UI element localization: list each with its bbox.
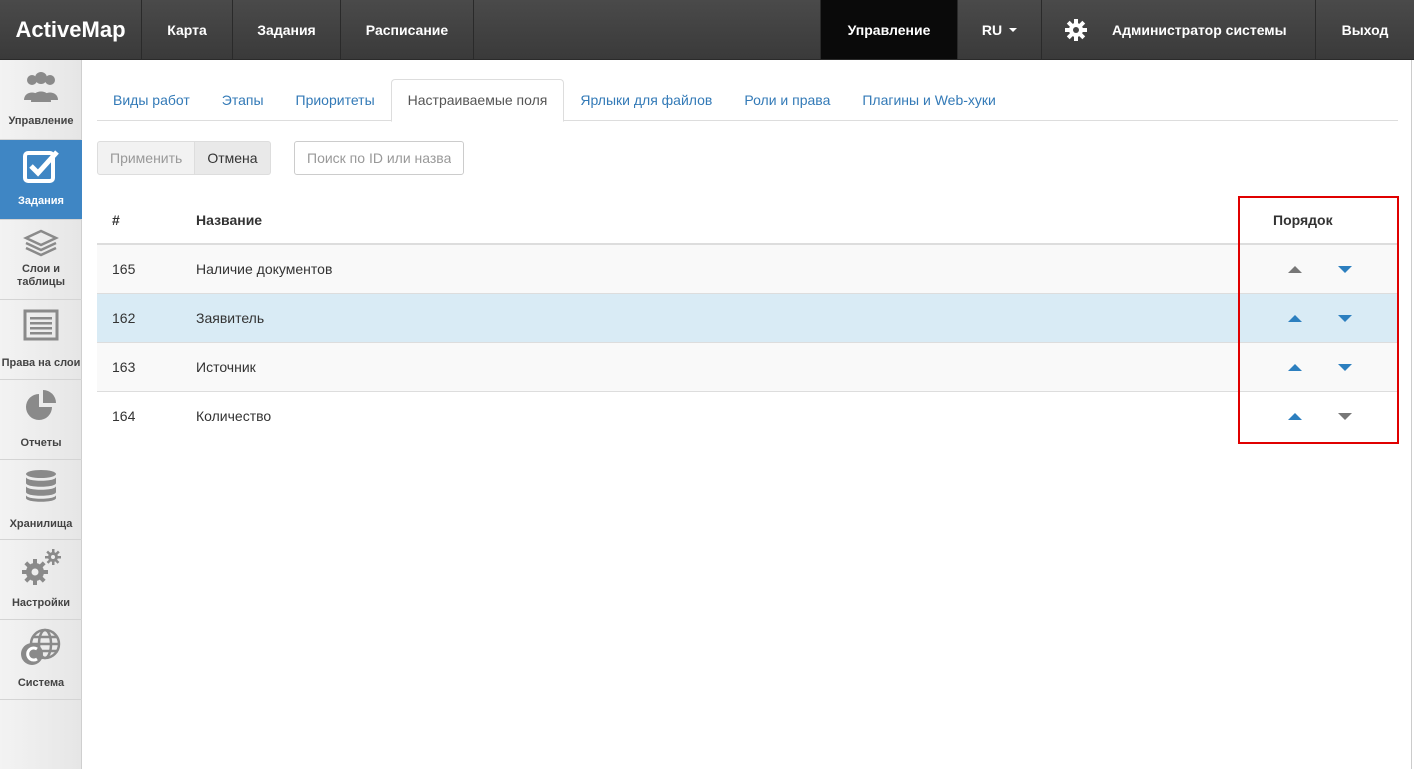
sidebar-item-settings[interactable]: Настройки <box>0 540 82 620</box>
list-icon <box>23 309 59 341</box>
globe-icon <box>21 628 61 665</box>
move-down-button[interactable] <box>1335 294 1355 342</box>
row-id: 164 <box>112 408 136 424</box>
row-name: Заявитель <box>196 310 265 326</box>
nav-item-tasks[interactable]: Задания <box>233 0 341 59</box>
sidebar-item-layers[interactable]: Слои и таблицы <box>0 220 82 300</box>
sidebar-item-storages[interactable]: Хранилища <box>0 460 82 540</box>
sidebar-item-layer-rights[interactable]: Права на слои <box>0 300 82 380</box>
move-down-button[interactable] <box>1335 245 1355 293</box>
row-id: 162 <box>112 310 136 326</box>
sidebar-item-label: Настройки <box>11 597 71 609</box>
checkbox-icon <box>23 150 59 183</box>
nav-item-schedule[interactable]: Расписание <box>341 0 474 59</box>
sidebar-item-label: Система <box>17 677 65 689</box>
logout-button[interactable]: Выход <box>1316 0 1414 59</box>
arrow-down-icon <box>1338 314 1352 322</box>
nav-item-map[interactable]: Карта <box>142 0 233 59</box>
tab-custom-fields[interactable]: Настраиваемые поля <box>390 79 565 122</box>
cancel-button[interactable]: Отмена <box>195 141 271 175</box>
top-navbar: ActiveMap Карта Задания Расписание Управ… <box>0 0 1414 60</box>
search-input[interactable] <box>294 141 464 175</box>
users-icon <box>24 72 58 102</box>
column-header-order: Порядок <box>1273 212 1333 228</box>
user-menu[interactable]: Администратор системы <box>1042 0 1316 59</box>
sidebar-item-label: Отчеты <box>20 437 62 449</box>
table-header: # Название Порядок <box>97 197 1398 245</box>
window-border <box>1411 60 1412 769</box>
table-row[interactable]: 162 Заявитель <box>97 294 1398 343</box>
sidebar-item-label: Слои и таблицы <box>17 263 65 288</box>
arrow-up-icon <box>1288 314 1302 322</box>
row-id: 163 <box>112 359 136 375</box>
move-up-button[interactable] <box>1285 245 1305 293</box>
tab-work-types[interactable]: Виды работ <box>97 79 206 121</box>
sidebar-item-tasks[interactable]: Задания <box>0 140 82 220</box>
move-up-button[interactable] <box>1285 294 1305 342</box>
tab-file-labels[interactable]: Ярлыки для файлов <box>564 79 728 121</box>
custom-fields-table: # Название Порядок 165 Наличие документо… <box>97 197 1398 441</box>
sidebar-item-management[interactable]: Управление <box>0 60 82 140</box>
layers-icon <box>23 229 59 257</box>
arrow-up-icon <box>1288 363 1302 371</box>
sidebar-item-label: Задания <box>18 195 64 207</box>
gears-icon <box>22 549 61 585</box>
row-id: 165 <box>112 261 136 277</box>
tab-priorities[interactable]: Приоритеты <box>280 79 391 121</box>
tab-stages[interactable]: Этапы <box>206 79 280 121</box>
arrow-down-icon <box>1338 265 1352 273</box>
column-header-name[interactable]: Название <box>196 197 262 243</box>
row-name: Наличие документов <box>196 261 333 277</box>
brand-logo[interactable]: ActiveMap <box>0 0 142 59</box>
gear-icon <box>1065 18 1087 41</box>
pie-chart-icon <box>26 390 56 420</box>
sidebar-item-label: Хранилища <box>9 518 73 530</box>
sidebar-item-label: Права на слои <box>1 357 81 369</box>
tab-plugins-webhooks[interactable]: Плагины и Web-хуки <box>846 79 1011 121</box>
arrow-up-icon <box>1288 265 1302 273</box>
table-row[interactable]: 165 Наличие документов <box>97 245 1398 294</box>
caret-down-icon <box>1009 27 1018 32</box>
action-button-group: Применить Отмена <box>97 141 271 175</box>
nav-item-management[interactable]: Управление <box>821 0 958 59</box>
move-down-button[interactable] <box>1335 392 1355 440</box>
table-row[interactable]: 164 Количество <box>97 392 1398 441</box>
move-up-button[interactable] <box>1285 343 1305 391</box>
row-name: Источник <box>196 359 256 375</box>
tab-bar: Виды работ Этапы Приоритеты Настраиваемы… <box>97 79 1398 122</box>
sidebar-item-label: Управление <box>8 115 74 127</box>
language-label: RU <box>981 21 1003 38</box>
apply-button[interactable]: Применить <box>97 141 196 175</box>
sidebar-item-reports[interactable]: Отчеты <box>0 380 82 460</box>
column-header-id: # <box>112 212 120 228</box>
arrow-down-icon <box>1338 412 1352 420</box>
move-up-button[interactable] <box>1285 392 1305 440</box>
tab-roles-rights[interactable]: Роли и права <box>728 79 846 121</box>
sidebar-item-system[interactable]: Система <box>0 620 82 700</box>
database-icon <box>26 470 56 502</box>
nav-spacer <box>474 0 821 59</box>
row-name: Количество <box>196 408 272 424</box>
move-down-button[interactable] <box>1335 343 1355 391</box>
language-dropdown[interactable]: RU <box>958 0 1042 59</box>
arrow-up-icon <box>1288 412 1302 420</box>
sidebar: Управление Задания Слои и таблицы Права … <box>0 60 82 769</box>
user-name: Администратор системы <box>1112 21 1287 38</box>
arrow-down-icon <box>1338 363 1352 371</box>
table-row[interactable]: 163 Источник <box>97 343 1398 392</box>
